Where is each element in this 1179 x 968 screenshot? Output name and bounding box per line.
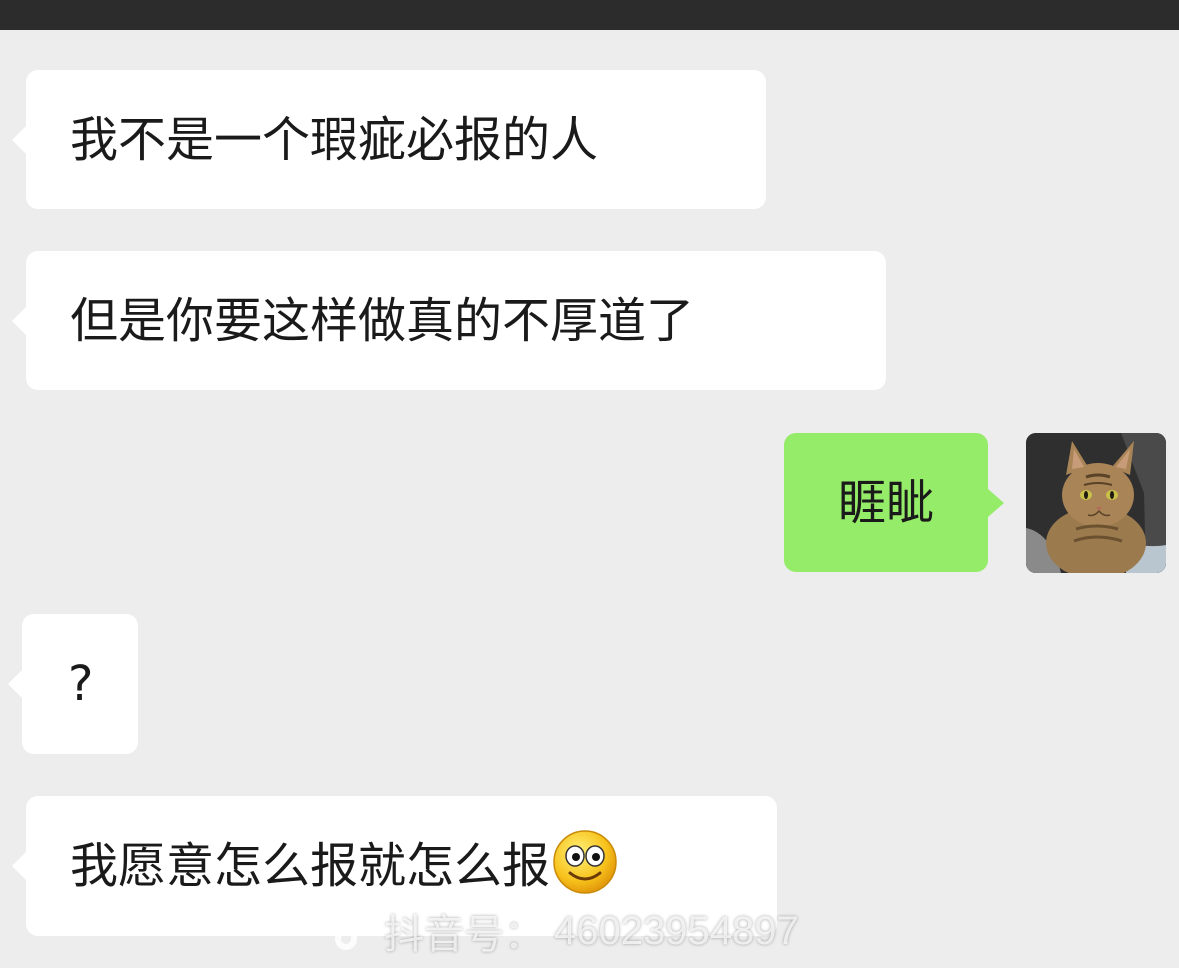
cat-avatar[interactable]	[1026, 433, 1166, 573]
status-bar	[0, 0, 1179, 30]
watermark-id: 46023954897	[554, 908, 799, 953]
message-text: 我愿意怎么报就怎么报	[70, 838, 551, 894]
watermark: 抖音号： 46023954897	[330, 905, 799, 957]
message-bubble-incoming[interactable]: ?	[8, 614, 138, 754]
message-text: 但是你要这样做真的不厚道了	[70, 292, 695, 349]
cat-avatar-image	[1026, 433, 1166, 573]
message-bubble-outgoing[interactable]: 睚眦	[784, 433, 1004, 572]
message-text: 我不是一个瑕疵必报的人	[70, 111, 599, 168]
watermark-label: 抖音号：	[384, 913, 544, 957]
message-bubble-incoming[interactable]: 但是你要这样做真的不厚道了	[12, 251, 886, 390]
smile-face-emoji	[552, 829, 618, 903]
message-bubble-incoming[interactable]: 我不是一个瑕疵必报的人	[12, 70, 766, 209]
message-text: 睚眦	[837, 474, 934, 531]
message-text: ?	[68, 656, 94, 712]
tiktok-logo-icon	[335, 910, 371, 950]
